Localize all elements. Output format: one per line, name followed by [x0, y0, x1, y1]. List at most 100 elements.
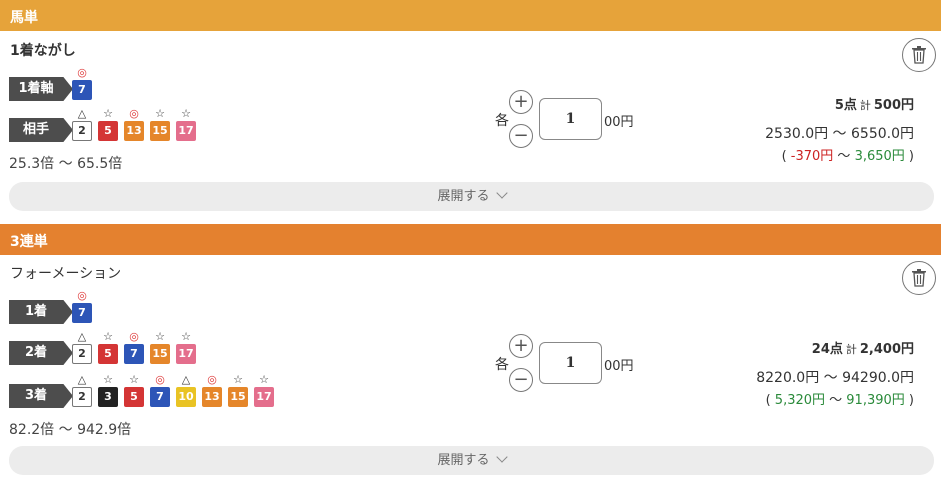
amount-unit: 00円	[604, 359, 634, 374]
points-count: 5点	[834, 98, 857, 113]
decrement-button[interactable]: −	[509, 124, 533, 148]
horse-number: 10	[176, 387, 196, 407]
row-label: 1着	[9, 300, 73, 324]
points-total: 24点計 2,400円	[756, 338, 914, 357]
row-label: 2着	[9, 341, 73, 365]
bet-summary: 24点計 2,400円 8220.0円 〜 94290.0円 ( 5,320円 〜…	[756, 338, 914, 408]
sankaku-mark: △	[77, 373, 87, 386]
horse-number: 17	[176, 121, 196, 141]
bet-card-umatan: 馬単 1着ながし 1着軸 ◎ 7 相手 △ 2 ☆ 5 ◎ 13 ☆ 15 ☆ …	[0, 0, 941, 224]
horse-list: ◎ 7	[72, 289, 98, 323]
sankaku-mark: △	[77, 330, 87, 343]
horse-chip[interactable]: ◎ 7	[150, 373, 170, 407]
paren-open: (	[765, 393, 775, 408]
horse-chip[interactable]: △ 10	[176, 373, 196, 407]
hoshi-mark: ☆	[155, 107, 165, 120]
decrement-button[interactable]: −	[509, 368, 533, 392]
horse-chip[interactable]: ☆ 15	[150, 107, 170, 141]
honmei-mark: ◎	[129, 107, 139, 120]
expand-button[interactable]: 展開する	[9, 182, 934, 211]
horse-number: 2	[72, 344, 92, 364]
profit-high: 3,650円	[854, 149, 905, 164]
payout-range: 2530.0円 〜 6550.0円	[765, 126, 914, 142]
hoshi-mark: ☆	[181, 107, 191, 120]
points-total: 5点計 500円	[765, 94, 914, 113]
honmei-mark: ◎	[77, 289, 87, 302]
horse-number: 15	[228, 387, 248, 407]
total-amount: 500円	[873, 98, 914, 113]
increment-button[interactable]: +	[509, 90, 533, 114]
horse-number: 13	[124, 121, 144, 141]
horse-number: 7	[72, 80, 92, 100]
paren-open: (	[781, 149, 791, 164]
horse-list: △ 2 ☆ 3 ☆ 5 ◎ 7 △ 10 ◎ 13 ☆ 15 ☆ 17	[72, 373, 280, 407]
delete-button[interactable]	[902, 38, 936, 72]
horse-chip[interactable]: ☆ 5	[124, 373, 144, 407]
increment-button[interactable]: +	[509, 334, 533, 358]
kei-label: 計	[859, 99, 871, 112]
horse-chip[interactable]: ◎ 7	[72, 66, 92, 100]
profit-low: -370円	[790, 149, 834, 164]
sankaku-mark: △	[181, 373, 191, 386]
bet-title: 馬単	[0, 0, 941, 31]
bet-summary: 5点計 500円 2530.0円 〜 6550.0円 ( -370円 〜 3,65…	[765, 94, 914, 164]
profit-high: 91,390円	[846, 393, 905, 408]
honmei-mark: ◎	[77, 66, 87, 79]
profit-range: ( -370円 〜 3,650円 )	[765, 145, 914, 164]
plus-icon: +	[513, 335, 529, 356]
bet-card-sanrentan: 3連単 フォーメーション 1着 ◎ 7 2着 △ 2 ☆ 5 ◎ 7 ☆ 15 …	[0, 224, 941, 484]
hoshi-mark: ☆	[259, 373, 269, 386]
horse-number: 5	[98, 344, 118, 364]
horse-chip[interactable]: ◎ 7	[72, 289, 92, 323]
horse-chip[interactable]: △ 2	[72, 330, 92, 364]
paren-close: )	[904, 393, 914, 408]
honmei-mark: ◎	[207, 373, 217, 386]
horse-chip[interactable]: ☆ 15	[150, 330, 170, 364]
horse-list: ◎ 7	[72, 66, 98, 100]
horse-number: 15	[150, 121, 170, 141]
row-label: 1着軸	[9, 77, 73, 101]
horse-list: △ 2 ☆ 5 ◎ 13 ☆ 15 ☆ 17	[72, 107, 202, 141]
hoshi-mark: ☆	[103, 107, 113, 120]
profit-range: ( 5,320円 〜 91,390円 )	[756, 389, 914, 408]
horse-chip[interactable]: ☆ 5	[98, 330, 118, 364]
horse-chip[interactable]: ☆ 17	[176, 330, 196, 364]
horse-chip[interactable]: ☆ 17	[176, 107, 196, 141]
delete-button[interactable]	[902, 261, 936, 295]
horse-chip[interactable]: △ 2	[72, 373, 92, 407]
amount-input[interactable]: 1	[539, 342, 602, 384]
row-label: 3着	[9, 384, 73, 408]
horse-number: 7	[124, 344, 144, 364]
bet-type-label: 1着ながし	[10, 43, 76, 59]
hoshi-mark: ☆	[155, 330, 165, 343]
horse-chip[interactable]: △ 2	[72, 107, 92, 141]
each-label: 各	[495, 357, 509, 373]
horse-number: 5	[98, 121, 118, 141]
horse-chip[interactable]: ◎ 13	[202, 373, 222, 407]
hoshi-mark: ☆	[103, 373, 113, 386]
chevron-down-icon	[495, 451, 508, 463]
horse-chip[interactable]: ☆ 3	[98, 373, 118, 407]
each-label: 各	[495, 113, 509, 129]
horse-chip[interactable]: ☆ 17	[254, 373, 274, 407]
horse-chip[interactable]: ☆ 15	[228, 373, 248, 407]
horse-list: △ 2 ☆ 5 ◎ 7 ☆ 15 ☆ 17	[72, 330, 202, 364]
honmei-mark: ◎	[129, 330, 139, 343]
expand-button[interactable]: 展開する	[9, 446, 934, 475]
paren-close: )	[904, 149, 914, 164]
points-count: 24点	[811, 342, 843, 357]
sankaku-mark: △	[77, 107, 87, 120]
kei-label: 計	[845, 343, 857, 356]
horse-number: 13	[202, 387, 222, 407]
horse-chip[interactable]: ◎ 7	[124, 330, 144, 364]
bet-type-label: フォーメーション	[10, 266, 122, 282]
expand-label: 展開する	[437, 453, 490, 468]
amount-input[interactable]: 1	[539, 98, 602, 140]
hoshi-mark: ☆	[103, 330, 113, 343]
bet-title: 3連単	[0, 224, 941, 255]
horse-chip[interactable]: ☆ 5	[98, 107, 118, 141]
horse-number: 2	[72, 387, 92, 407]
horse-chip[interactable]: ◎ 13	[124, 107, 144, 141]
hoshi-mark: ☆	[129, 373, 139, 386]
horse-number: 3	[98, 387, 118, 407]
